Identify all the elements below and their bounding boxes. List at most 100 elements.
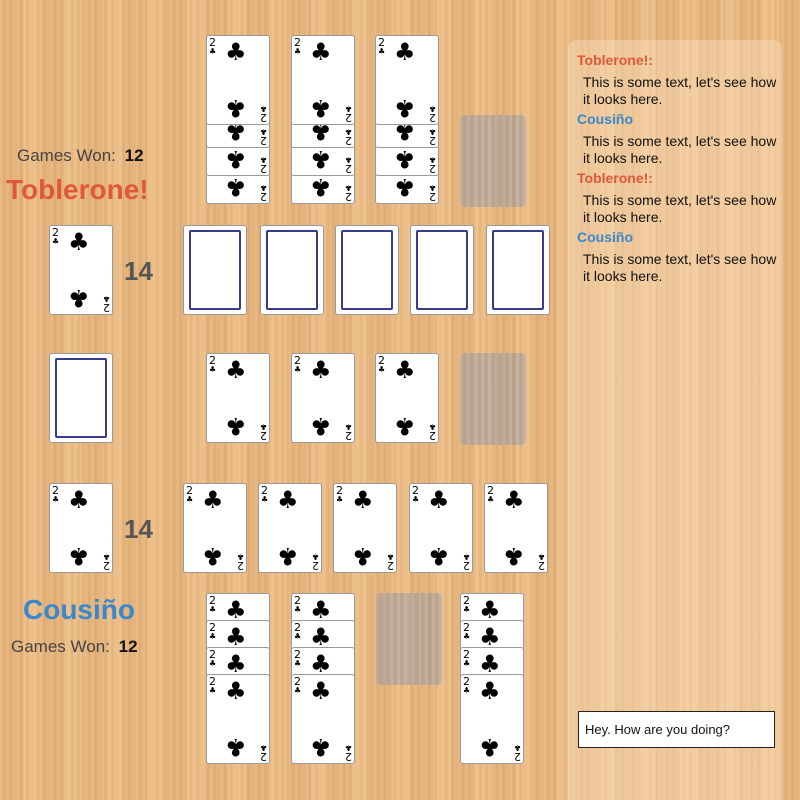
club-icon: ♣ bbox=[225, 733, 247, 761]
club-icon: ♣ bbox=[394, 356, 416, 384]
club-icon: ♣ bbox=[209, 365, 217, 374]
club-icon: ♣ bbox=[463, 632, 471, 641]
club-icon: ♣ bbox=[259, 422, 267, 431]
card-rank: 2 bbox=[429, 429, 436, 442]
chat-message-author: Toblerone!: bbox=[577, 170, 653, 186]
club-icon: ♣ bbox=[294, 365, 302, 374]
club-icon: ♣ bbox=[310, 356, 332, 384]
club-icon: ♣ bbox=[310, 623, 332, 651]
opponent-hand-card-1[interactable] bbox=[183, 225, 247, 315]
club-icon: ♣ bbox=[487, 495, 495, 504]
card-rank: 2 bbox=[345, 750, 352, 763]
club-icon: ♣ bbox=[463, 605, 471, 614]
player-games-won: Games Won: 12 bbox=[11, 637, 138, 657]
club-icon: ♣ bbox=[479, 623, 501, 651]
build-pile-2[interactable]: 2 ♣ ♣ ♣ 2 ♣ bbox=[291, 353, 355, 443]
card-rank: 2 bbox=[463, 559, 470, 572]
club-icon: ♣ bbox=[225, 94, 247, 122]
club-icon: ♣ bbox=[479, 677, 501, 705]
chat-message-author: Toblerone!: bbox=[577, 52, 653, 68]
player-hand-card-5[interactable]: 2 ♣ ♣ ♣ 2 ♣ bbox=[484, 483, 548, 573]
build-pile-1[interactable]: 2 ♣ ♣ ♣ 2 ♣ bbox=[206, 353, 270, 443]
club-icon: ♣ bbox=[503, 486, 525, 514]
club-icon: ♣ bbox=[412, 495, 420, 504]
club-icon: ♣ bbox=[352, 486, 374, 514]
club-icon: ♣ bbox=[225, 412, 247, 440]
club-icon: ♣ bbox=[428, 542, 450, 570]
player-discard-4-top-card[interactable]: 2 ♣ ♣ ♣ 2 ♣ bbox=[460, 674, 524, 764]
card-back-pattern bbox=[492, 230, 544, 310]
player-stock-pile-card[interactable]: 2 ♣ ♣ ♣ 2 ♣ bbox=[49, 483, 113, 573]
opponent-hand-card-4[interactable] bbox=[410, 225, 474, 315]
opponent-hand-card-2[interactable] bbox=[260, 225, 324, 315]
player-hand-card-1[interactable]: 2 ♣ ♣ ♣ 2 ♣ bbox=[183, 483, 247, 573]
chat-message-text: This is some text, let's see how it look… bbox=[583, 74, 777, 107]
club-icon: ♣ bbox=[52, 495, 60, 504]
opponent-pile-count: 14 bbox=[124, 256, 153, 286]
opponent-discard-2-top-card[interactable]: 2 ♣ ♣ ♣ 2 ♣ bbox=[291, 35, 355, 125]
club-icon: ♣ bbox=[259, 127, 267, 136]
club-icon: ♣ bbox=[202, 486, 224, 514]
club-icon: ♣ bbox=[344, 155, 352, 164]
club-icon: ♣ bbox=[225, 596, 247, 624]
club-icon: ♣ bbox=[225, 677, 247, 705]
club-icon: ♣ bbox=[428, 155, 436, 164]
club-icon: ♣ bbox=[209, 686, 217, 695]
club-icon: ♣ bbox=[310, 650, 332, 678]
club-icon: ♣ bbox=[225, 623, 247, 651]
opponent-hand-card-5[interactable] bbox=[486, 225, 550, 315]
player-empty-discard-slot[interactable] bbox=[376, 593, 442, 685]
club-icon: ♣ bbox=[202, 542, 224, 570]
card-rank: 2 bbox=[429, 111, 436, 124]
club-icon: ♣ bbox=[311, 552, 319, 561]
club-icon: ♣ bbox=[259, 743, 267, 752]
club-icon: ♣ bbox=[428, 127, 436, 136]
club-icon: ♣ bbox=[209, 47, 217, 56]
club-icon: ♣ bbox=[503, 542, 525, 570]
card-rank: 2 bbox=[312, 559, 319, 572]
opponent-discard-3-top-card[interactable]: 2 ♣ ♣ ♣ 2 ♣ bbox=[375, 35, 439, 125]
club-icon: ♣ bbox=[394, 412, 416, 440]
club-icon: ♣ bbox=[225, 173, 247, 201]
player-hand-card-4[interactable]: 2 ♣ ♣ ♣ 2 ♣ bbox=[409, 483, 473, 573]
player-hand-card-2[interactable]: 2 ♣ ♣ ♣ 2 ♣ bbox=[258, 483, 322, 573]
opponent-discard-1-top-card[interactable]: 2 ♣ ♣ ♣ 2 ♣ bbox=[206, 35, 270, 125]
club-icon: ♣ bbox=[479, 650, 501, 678]
club-icon: ♣ bbox=[310, 596, 332, 624]
opponent-name: Toblerone! bbox=[6, 174, 149, 205]
chat-message-text: This is some text, let's see how it look… bbox=[583, 251, 777, 284]
club-icon: ♣ bbox=[259, 104, 267, 113]
club-icon: ♣ bbox=[394, 173, 416, 201]
build-pile-3[interactable]: 2 ♣ ♣ ♣ 2 ♣ bbox=[375, 353, 439, 443]
club-icon: ♣ bbox=[68, 284, 90, 312]
build-pile-empty-slot[interactable] bbox=[460, 353, 526, 445]
player-games-won-label: Games Won: bbox=[11, 637, 110, 656]
player-name: Cousiño bbox=[23, 594, 135, 625]
opponent-games-won-label: Games Won: bbox=[17, 146, 116, 165]
club-icon: ♣ bbox=[277, 542, 299, 570]
opponent-hand-card-3[interactable] bbox=[335, 225, 399, 315]
club-icon: ♣ bbox=[102, 294, 110, 303]
card-rank: 2 bbox=[345, 134, 352, 147]
club-icon: ♣ bbox=[225, 650, 247, 678]
player-discard-1-top-card[interactable]: 2 ♣ ♣ ♣ 2 ♣ bbox=[206, 674, 270, 764]
club-icon: ♣ bbox=[209, 632, 217, 641]
club-icon: ♣ bbox=[428, 183, 436, 192]
card-rank: 2 bbox=[345, 190, 352, 203]
club-icon: ♣ bbox=[209, 659, 217, 668]
chat-input[interactable]: Hey. How are you doing? bbox=[578, 711, 775, 748]
player-hand-card-3[interactable]: 2 ♣ ♣ ♣ 2 ♣ bbox=[333, 483, 397, 573]
card-back-pattern bbox=[341, 230, 393, 310]
card-rank: 2 bbox=[345, 429, 352, 442]
opponent-stock-pile-card[interactable]: 2 ♣ ♣ ♣ 2 ♣ bbox=[49, 225, 113, 315]
club-icon: ♣ bbox=[225, 356, 247, 384]
player-discard-2-top-card[interactable]: 2 ♣ ♣ ♣ 2 ♣ bbox=[291, 674, 355, 764]
club-icon: ♣ bbox=[462, 552, 470, 561]
club-icon: ♣ bbox=[236, 552, 244, 561]
club-icon: ♣ bbox=[68, 486, 90, 514]
club-icon: ♣ bbox=[344, 422, 352, 431]
club-icon: ♣ bbox=[277, 486, 299, 514]
card-rank: 2 bbox=[429, 134, 436, 147]
draw-pile[interactable] bbox=[49, 353, 113, 443]
opponent-empty-discard-slot[interactable] bbox=[460, 115, 526, 207]
